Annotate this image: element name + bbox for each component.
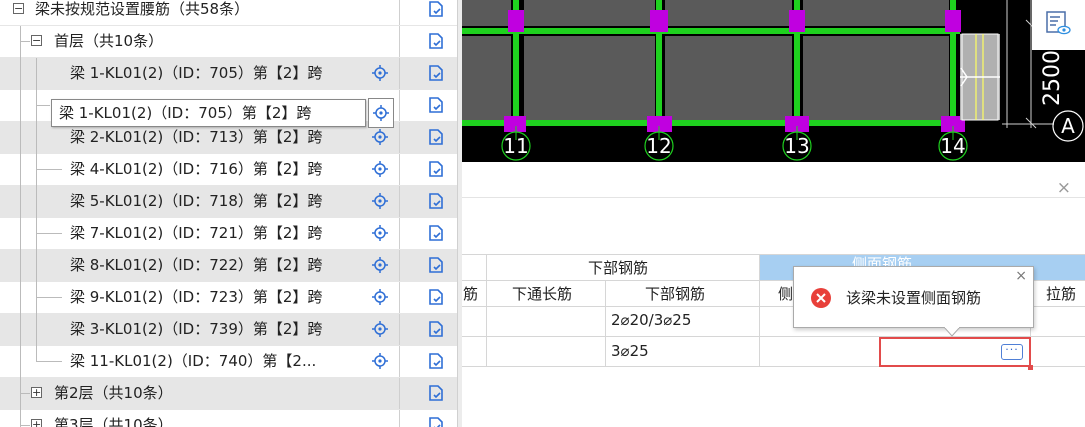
col-partial-label: 筋	[463, 285, 479, 303]
action-doc-icon[interactable]	[428, 321, 443, 337]
tree-item-row[interactable]: 梁 11-KL01(2)（ID：740）第【2...	[0, 346, 457, 378]
tree-root-label: 梁未按规范设置腰筋（共58条）	[35, 0, 250, 18]
issue-tree-panel: − 梁未按规范设置腰筋（共58条） − 首层（共10条） 梁 1-KL01(2)…	[0, 0, 457, 427]
action-doc-icon[interactable]	[428, 1, 443, 17]
tree-item-row[interactable]: 梁 1-KL01(2)（ID：705）第【2】跨	[0, 58, 457, 90]
tree-root-row[interactable]: − 梁未按规范设置腰筋（共58条）	[0, 0, 457, 26]
more-options-button[interactable]: ···	[1001, 344, 1023, 360]
expand-icon[interactable]: +	[31, 387, 42, 398]
tree-item-label: 梁 4-KL01(2)（ID：716）第【2】跨	[70, 160, 323, 178]
error-icon	[811, 288, 831, 308]
axis-label-13: 13	[784, 134, 809, 158]
collapse-icon[interactable]: −	[13, 3, 24, 14]
side-rebar-input-cell[interactable]: ···	[879, 337, 1031, 367]
action-doc-icon[interactable]	[428, 289, 443, 305]
cell-resize-handle[interactable]	[1028, 365, 1033, 370]
notes-eye-icon	[1046, 11, 1071, 35]
locate-button-focused[interactable]	[368, 98, 394, 128]
action-doc-icon[interactable]	[428, 129, 443, 145]
bottom-rebar-group-label: 下部钢筋	[588, 259, 649, 277]
tree-item-row[interactable]: 梁 3-KL01(2)（ID：739）第【2】跨	[0, 314, 457, 346]
action-doc-icon[interactable]	[428, 97, 443, 113]
tree-floor2-label: 第2层（共10条）	[54, 384, 173, 402]
locate-icon[interactable]	[372, 321, 388, 337]
tree-item-label: 梁 1-KL01(2)（ID：705）第【2】跨	[70, 64, 323, 82]
tree-item-label: 梁 7-KL01(2)（ID：721）第【2】跨	[70, 224, 323, 242]
tree-item-label: 梁 5-KL01(2)（ID：718）第【2】跨	[70, 192, 323, 210]
tree-item-label: 梁 3-KL01(2)（ID：739）第【2】跨	[70, 320, 323, 338]
expand-icon[interactable]: +	[31, 419, 42, 427]
action-doc-icon[interactable]	[428, 225, 443, 241]
row1-bottom-rebar[interactable]: 2⌀20/3⌀25	[611, 311, 691, 329]
axis-label-a: A	[1061, 114, 1075, 138]
action-doc-icon[interactable]	[428, 417, 443, 427]
error-message: 该梁未设置侧面钢筋	[846, 289, 982, 307]
popup-close-button[interactable]: ×	[1015, 268, 1027, 284]
locate-icon[interactable]	[372, 161, 388, 177]
col-tie-label: 拉筋	[1046, 285, 1077, 303]
col-through-bottom-label: 下通长筋	[512, 285, 573, 303]
tree-item-row[interactable]: 梁 9-KL01(2)（ID：723）第【2】跨	[0, 282, 457, 314]
tree-floor1-label: 首层（共10条）	[54, 32, 164, 50]
axis-label-11: 11	[503, 134, 528, 158]
axis-label-12: 12	[646, 134, 671, 158]
axis-label-14: 14	[940, 134, 965, 158]
locate-icon[interactable]	[372, 225, 388, 241]
locate-icon[interactable]	[372, 257, 388, 273]
action-doc-icon[interactable]	[428, 193, 443, 209]
tree-floor3-row[interactable]: + 第3层（共10条）	[0, 410, 457, 427]
tree-item-row[interactable]: 梁 7-KL01(2)（ID：721）第【2】跨	[0, 218, 457, 250]
panel-close-button[interactable]: ×	[1057, 178, 1071, 198]
tree-floor1-row[interactable]: − 首层（共10条）	[0, 26, 457, 58]
tree-floor2-row[interactable]: + 第2层（共10条）	[0, 378, 457, 410]
locate-icon[interactable]	[372, 289, 388, 305]
action-doc-icon[interactable]	[428, 161, 443, 177]
action-doc-icon[interactable]	[428, 257, 443, 273]
locate-icon[interactable]	[372, 65, 388, 81]
tree-floor3-label: 第3层（共10条）	[54, 416, 173, 427]
locate-icon[interactable]	[372, 193, 388, 209]
action-doc-icon[interactable]	[428, 65, 443, 81]
tree-item-row[interactable]: 梁 4-KL01(2)（ID：716）第【2】跨	[0, 154, 457, 186]
locate-icon	[373, 105, 389, 121]
action-doc-icon[interactable]	[428, 33, 443, 49]
collapse-icon[interactable]: −	[31, 35, 42, 46]
cad-canvas: 11 12 13 14 A 2500	[462, 0, 1084, 161]
dimension-label: 2500	[1040, 50, 1065, 106]
action-doc-icon[interactable]	[428, 385, 443, 401]
tree-item-label: 梁 9-KL01(2)（ID：723）第【2】跨	[70, 288, 323, 306]
error-popup: × 该梁未设置侧面钢筋	[793, 266, 1034, 337]
tree-item-label: 梁 11-KL01(2)（ID：740）第【2...	[70, 352, 317, 370]
tree-item-tooltip: 梁 1-KL01(2)（ID：705）第【2】跨	[51, 99, 366, 127]
popup-pointer	[944, 327, 960, 337]
action-doc-icon[interactable]	[428, 353, 443, 369]
tree-item-row[interactable]: 梁 8-KL01(2)（ID：722）第【2】跨	[0, 250, 457, 282]
tree-item-row[interactable]: 梁 5-KL01(2)（ID：718）第【2】跨	[0, 186, 457, 218]
col-side-label: 侧	[778, 285, 794, 303]
cad-drawing-view[interactable]: 11 12 13 14 A 2500	[462, 0, 1085, 162]
col-bottom-rebar-label: 下部钢筋	[645, 285, 706, 303]
row2-bottom-rebar[interactable]: 3⌀25	[611, 342, 649, 360]
locate-icon[interactable]	[372, 353, 388, 369]
tree-item-label: 梁 8-KL01(2)（ID：722）第【2】跨	[70, 256, 323, 274]
locate-icon[interactable]	[372, 129, 388, 145]
notes-panel-button[interactable]	[1032, 0, 1085, 50]
